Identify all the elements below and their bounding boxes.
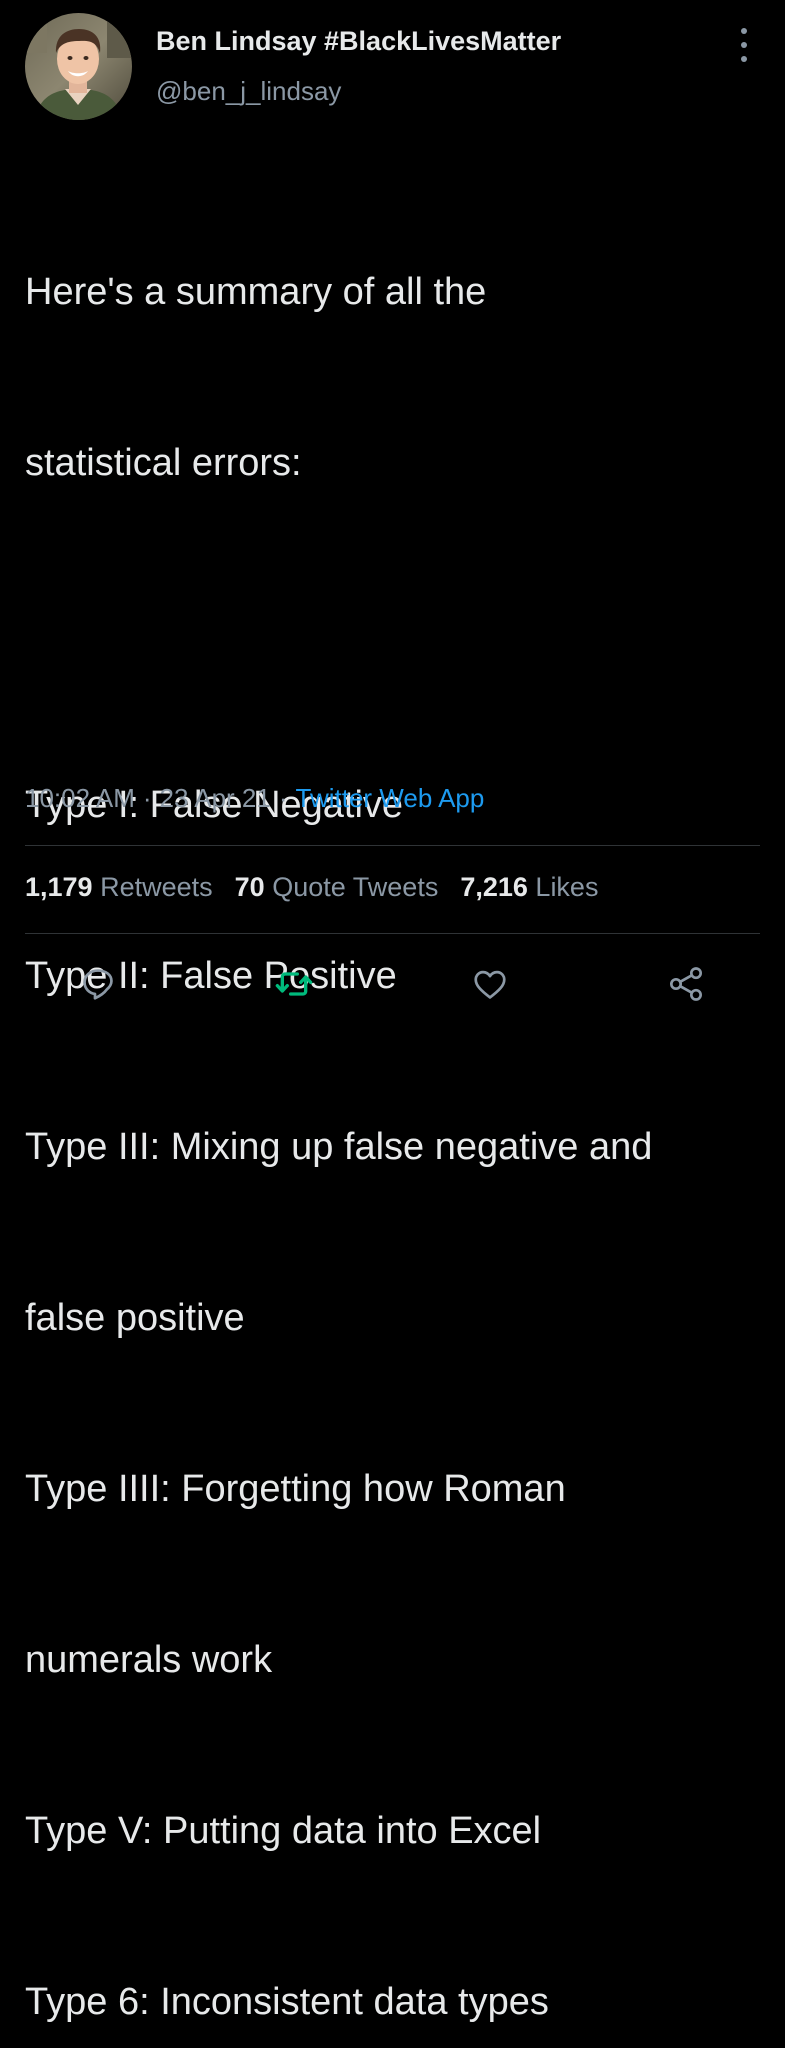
- tweet-line: Type III: Mixing up false negative and: [25, 1126, 653, 1168]
- retweets-stat[interactable]: 1,179 Retweets: [25, 872, 213, 902]
- meta-separator: ·: [278, 783, 288, 813]
- heart-icon: [474, 970, 506, 999]
- reply-button[interactable]: [74, 960, 122, 1008]
- tweet-line: Type 6: Inconsistent data types: [25, 1981, 549, 2023]
- tweet-time[interactable]: 10:02 AM: [25, 783, 135, 813]
- tweet-stats: 1,179 Retweets 70 Quote Tweets 7,216 Likes: [25, 872, 620, 903]
- tweet-line: Here's a summary of all the: [25, 271, 487, 313]
- divider: [25, 845, 760, 846]
- more-dot: [741, 28, 747, 34]
- avatar[interactable]: [25, 13, 132, 120]
- avatar-photo: [25, 13, 132, 120]
- retweets-label: Retweets: [100, 872, 213, 902]
- tweet-line: Type V: Putting data into Excel: [25, 1810, 542, 1852]
- quote-tweets-stat[interactable]: 70 Quote Tweets: [235, 872, 439, 902]
- author-handle[interactable]: @ben_j_lindsay: [156, 76, 341, 107]
- retweets-count: 1,179: [25, 872, 93, 902]
- more-icon[interactable]: [732, 28, 756, 62]
- tweet-line: statistical errors:: [25, 442, 302, 484]
- tweet-meta: 10:02 AM · 23 Apr 21 · Twitter Web App: [25, 783, 484, 814]
- likes-stat[interactable]: 7,216 Likes: [460, 872, 598, 902]
- tweet-text: Here's a summary of all the statistical …: [25, 150, 765, 2048]
- likes-count: 7,216: [460, 872, 528, 902]
- retweet-button[interactable]: [270, 960, 318, 1008]
- quote-tweets-label: Quote Tweets: [272, 872, 439, 902]
- reply-icon: [83, 969, 113, 1000]
- tweet-line: numerals work: [25, 1639, 273, 1681]
- tweet-source-link[interactable]: Twitter Web App: [296, 783, 485, 813]
- more-dot: [741, 56, 747, 62]
- meta-separator: ·: [142, 783, 152, 813]
- share-icon: [670, 967, 702, 1001]
- author-display-name[interactable]: Ben Lindsay #BlackLivesMatter: [156, 26, 561, 57]
- like-button[interactable]: [466, 960, 514, 1008]
- share-button[interactable]: [662, 960, 710, 1008]
- tweet-line: Type IIII: Forgetting how Roman: [25, 1468, 566, 1510]
- likes-label: Likes: [535, 872, 599, 902]
- tweet-line: false positive: [25, 1297, 245, 1339]
- more-dot: [741, 42, 747, 48]
- quote-tweets-count: 70: [234, 872, 265, 902]
- divider: [25, 933, 760, 934]
- retweet-icon: [275, 972, 313, 996]
- tweet-date[interactable]: 23 Apr 21: [160, 783, 271, 813]
- tweet-action-bar: [0, 960, 785, 1008]
